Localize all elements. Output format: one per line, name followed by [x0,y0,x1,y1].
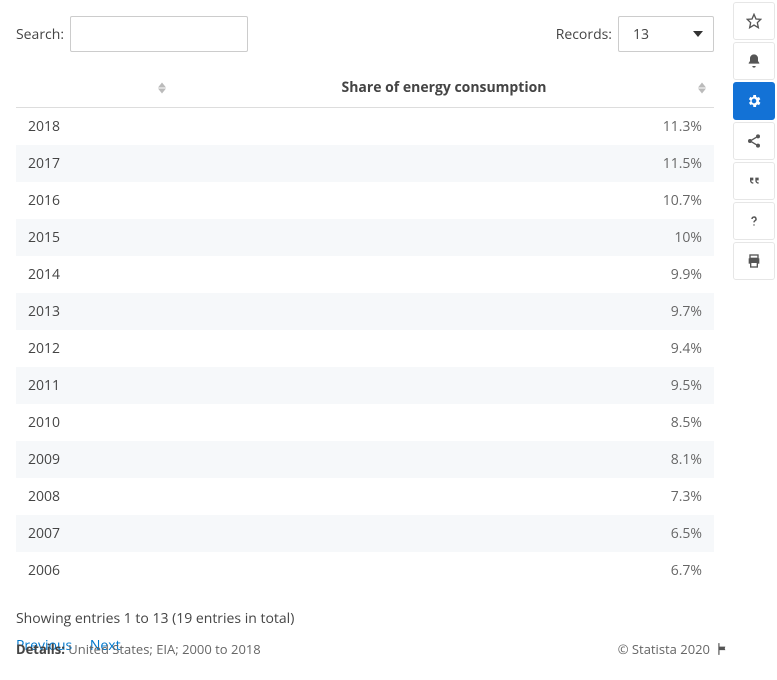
column-header-value[interactable]: Share of energy consumption [174,68,714,108]
table-row: 20076.5% [16,515,714,552]
value-cell: 10.7% [174,182,714,219]
question-icon [746,213,762,229]
table-row: 201711.5% [16,145,714,182]
share-icon [746,133,762,149]
data-table: Share of energy consumption 201811.3%201… [16,68,714,589]
year-cell: 2018 [16,108,174,146]
value-cell: 10% [174,219,714,256]
entries-info: Showing entries 1 to 13 (19 entries in t… [16,609,714,628]
table-row: 20108.5% [16,404,714,441]
search-input[interactable] [70,16,248,52]
year-cell: 2010 [16,404,174,441]
settings-button[interactable] [733,82,775,120]
year-cell: 2013 [16,293,174,330]
column-header-value-label: Share of energy consumption [341,78,546,97]
value-cell: 6.7% [174,552,714,589]
year-cell: 2016 [16,182,174,219]
table-row: 20149.9% [16,256,714,293]
value-cell: 8.1% [174,441,714,478]
year-cell: 2014 [16,256,174,293]
value-cell: 11.3% [174,108,714,146]
table-row: 20066.7% [16,552,714,589]
value-cell: 9.5% [174,367,714,404]
year-cell: 2007 [16,515,174,552]
search-label: Search: [16,25,64,44]
value-cell: 9.4% [174,330,714,367]
sort-icon [698,82,706,93]
table-row: 20119.5% [16,367,714,404]
citation-button[interactable] [733,162,775,200]
gear-icon [746,93,762,109]
table-row: 201510% [16,219,714,256]
star-icon [746,13,762,29]
year-cell: 2012 [16,330,174,367]
value-cell: 11.5% [174,145,714,182]
notification-button[interactable] [733,42,775,80]
details-text: Details: United States; EIA; 2000 to 201… [16,640,261,658]
copyright-text: © Statista 2020 [618,640,730,658]
year-cell: 2011 [16,367,174,404]
print-button[interactable] [733,242,775,280]
year-cell: 2009 [16,441,174,478]
table-row: 201811.3% [16,108,714,146]
bell-icon [746,53,762,69]
quote-icon [746,173,762,189]
year-cell: 2008 [16,478,174,515]
records-label: Records: [556,25,612,44]
value-cell: 9.9% [174,256,714,293]
column-header-year[interactable] [16,68,174,108]
print-icon [746,253,762,269]
value-cell: 9.7% [174,293,714,330]
year-cell: 2015 [16,219,174,256]
flag-icon [716,642,730,656]
table-row: 20139.7% [16,293,714,330]
chevron-down-icon [693,31,703,37]
table-row: 20098.1% [16,441,714,478]
value-cell: 6.5% [174,515,714,552]
year-cell: 2017 [16,145,174,182]
table-controls: Search: Records: 13 [16,16,714,52]
records-select[interactable]: 13 [618,16,714,52]
share-button[interactable] [733,122,775,160]
table-row: 20129.4% [16,330,714,367]
records-selected-value: 13 [633,25,649,44]
value-cell: 7.3% [174,478,714,515]
help-button[interactable] [733,202,775,240]
table-row: 20087.3% [16,478,714,515]
side-toolbar [730,2,777,280]
sort-icon [158,82,166,93]
year-cell: 2006 [16,552,174,589]
value-cell: 8.5% [174,404,714,441]
table-row: 201610.7% [16,182,714,219]
favorite-button[interactable] [733,2,775,40]
